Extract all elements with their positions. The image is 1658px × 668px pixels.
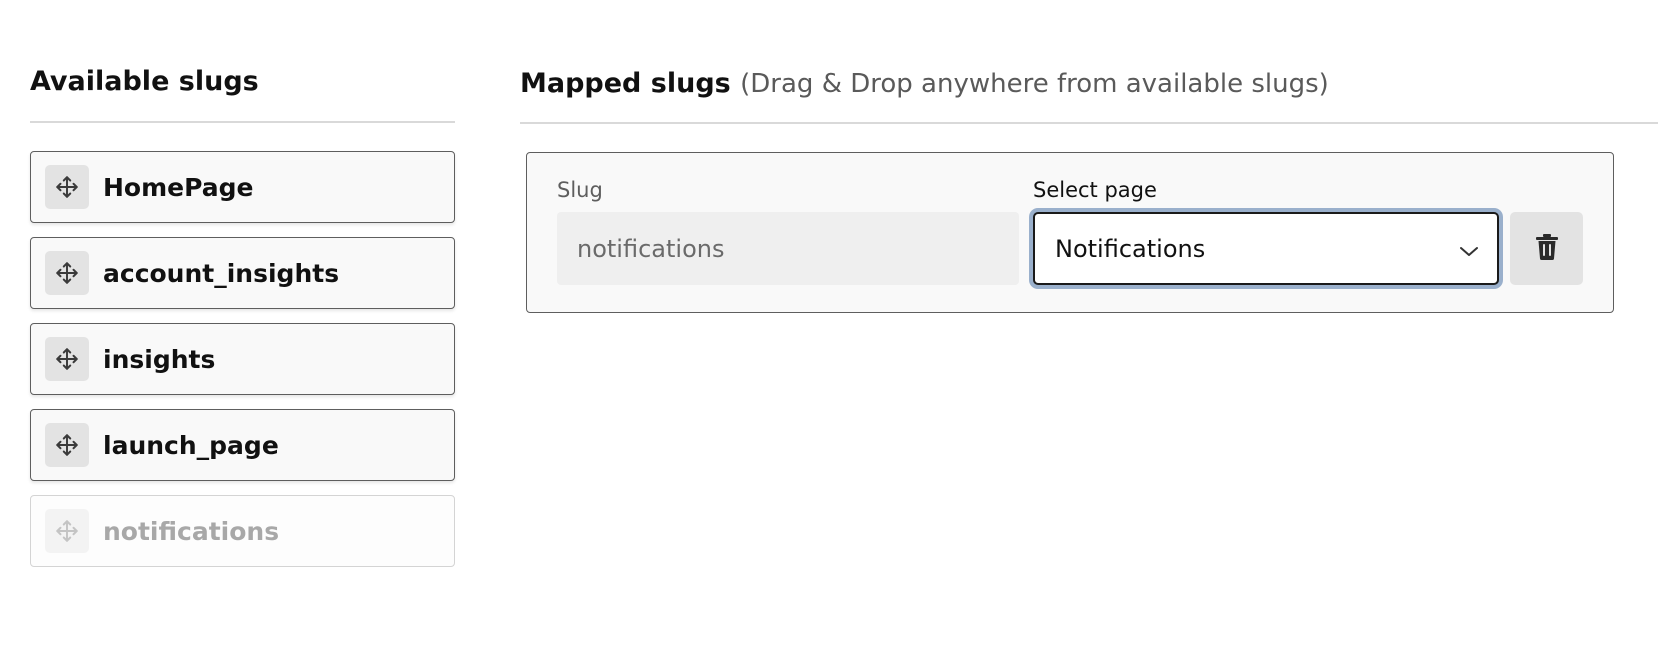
drag-move-icon[interactable] bbox=[45, 251, 89, 295]
drag-drop-hint: (Drag & Drop anywhere from available slu… bbox=[740, 69, 1329, 99]
slug-card-label: launch_page bbox=[103, 430, 279, 460]
slug-card-label: account_insights bbox=[103, 258, 340, 288]
available-slugs-list: HomePage account_insights insights launc… bbox=[30, 151, 455, 567]
select-page-dropdown[interactable]: Notifications bbox=[1033, 212, 1499, 285]
mapped-slugs-title: Mapped slugs (Drag & Drop anywhere from … bbox=[520, 64, 1658, 106]
drag-move-icon bbox=[45, 509, 89, 553]
available-slugs-panel: Available slugs HomePage account_insight… bbox=[30, 62, 455, 581]
available-slugs-title: Available slugs bbox=[30, 66, 259, 97]
select-page-label: Select page bbox=[1033, 178, 1157, 202]
chevron-down-icon bbox=[1459, 243, 1479, 262]
slug-field-label: Slug bbox=[557, 178, 603, 202]
slug-card-label: notifications bbox=[103, 516, 280, 546]
slug-card-insights[interactable]: insights bbox=[30, 323, 455, 395]
select-page-value: Notifications bbox=[1055, 234, 1206, 263]
drag-move-icon[interactable] bbox=[45, 165, 89, 209]
drag-move-icon[interactable] bbox=[45, 337, 89, 381]
trash-icon bbox=[1535, 234, 1558, 263]
slug-card-launch-page[interactable]: launch_page bbox=[30, 409, 455, 481]
drag-move-icon[interactable] bbox=[45, 423, 89, 467]
slug-card-label: HomePage bbox=[103, 172, 254, 202]
mapped-slugs-panel[interactable]: Mapped slugs (Drag & Drop anywhere from … bbox=[520, 64, 1658, 313]
slug-card-notifications: notifications bbox=[30, 495, 455, 567]
delete-mapping-button[interactable] bbox=[1510, 212, 1583, 285]
slug-input[interactable] bbox=[557, 212, 1019, 285]
available-slugs-divider bbox=[30, 121, 455, 123]
mapped-slugs-divider bbox=[520, 122, 1658, 124]
mapped-slugs-title-text: Mapped slugs bbox=[520, 68, 731, 99]
slug-card-label: insights bbox=[103, 344, 216, 374]
mapping-row: Slug Select page Notifications bbox=[526, 152, 1614, 313]
slug-card-account-insights[interactable]: account_insights bbox=[30, 237, 455, 309]
slug-card-homepage[interactable]: HomePage bbox=[30, 151, 455, 223]
